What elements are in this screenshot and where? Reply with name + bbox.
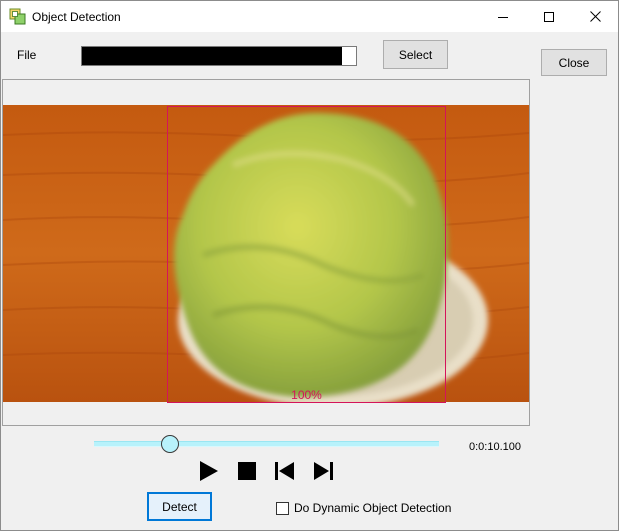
close-button[interactable]: Close	[541, 49, 607, 76]
minimize-button[interactable]	[480, 1, 526, 32]
play-icon	[200, 461, 218, 481]
close-icon	[589, 11, 601, 22]
dynamic-detection-label[interactable]: Do Dynamic Object Detection	[294, 501, 451, 515]
skip-next-button[interactable]	[311, 459, 335, 483]
select-button[interactable]: Select	[383, 40, 448, 69]
detection-confidence: 100%	[291, 388, 322, 402]
close-window-button[interactable]	[572, 1, 618, 32]
object-detection-window: Object Detection File Select Close 100% …	[0, 0, 619, 531]
title-bar[interactable]: Object Detection	[1, 1, 618, 32]
window-title: Object Detection	[32, 10, 121, 24]
detect-button[interactable]: Detect	[147, 492, 212, 521]
stop-icon	[238, 462, 256, 480]
video-panel: 100%	[2, 79, 530, 426]
stop-button[interactable]	[235, 459, 259, 483]
file-progress-fill	[82, 47, 343, 65]
object-detection-app-icon	[9, 8, 26, 25]
detection-bounding-box: 100%	[167, 106, 446, 403]
dynamic-detection-checkbox[interactable]	[276, 502, 289, 515]
file-label: File	[17, 48, 37, 62]
minimize-icon	[498, 16, 508, 18]
maximize-icon	[544, 11, 554, 22]
skip-previous-button[interactable]	[273, 459, 297, 483]
seek-slider-track[interactable]	[94, 441, 439, 447]
file-progress-bar	[81, 46, 357, 66]
skip-previous-icon	[275, 462, 294, 480]
skip-next-icon	[314, 462, 333, 480]
seek-slider-thumb[interactable]	[161, 435, 179, 453]
time-readout: 0:0:10.100	[469, 441, 521, 453]
play-button[interactable]	[197, 459, 221, 483]
maximize-button[interactable]	[526, 1, 572, 32]
